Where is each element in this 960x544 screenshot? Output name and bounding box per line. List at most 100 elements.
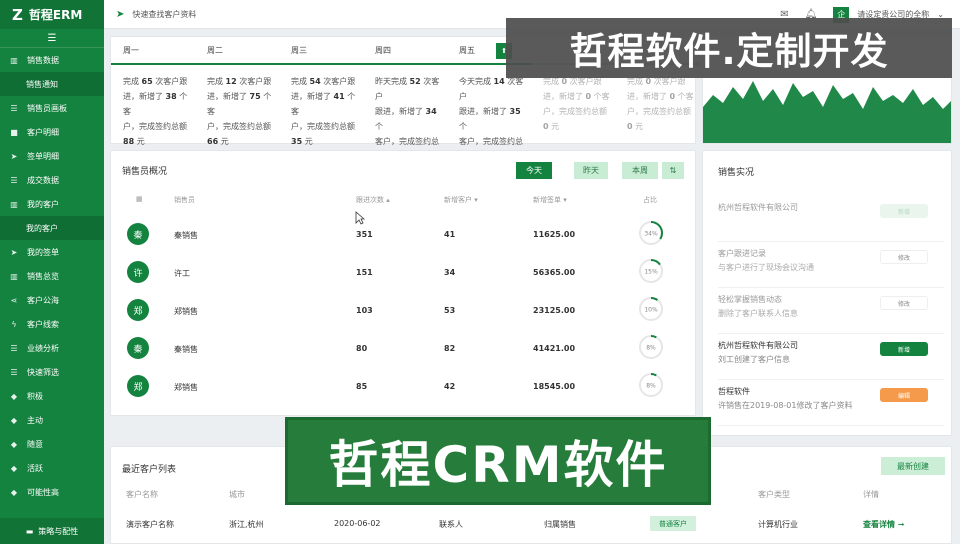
sidebar-item[interactable]: ⋖ 客户公海 <box>0 288 104 312</box>
avatar: 郑 <box>127 299 149 321</box>
sort-icon[interactable]: ⇅ <box>662 162 684 179</box>
sidebar-item-label: 快速筛选 <box>27 367 59 377</box>
cell-date: 2020-06-02 <box>334 519 381 528</box>
sidebar-item-label: 我的客户 <box>26 223 58 233</box>
sidebar-item[interactable]: ◆ 积极 <box>0 384 104 408</box>
sidebar-item[interactable]: ◆ 随意 <box>0 432 104 456</box>
feed-action-button[interactable]: 新增 <box>880 342 928 356</box>
sidebar-item[interactable]: ◆ 活跃 <box>0 456 104 480</box>
sidebar-item[interactable]: ☰ 业绩分析 <box>0 336 104 360</box>
range-week-button[interactable]: 本周 <box>622 162 658 179</box>
send-icon: ➤ <box>10 151 18 161</box>
col-followups[interactable]: 跟进次数 ▴ <box>356 195 390 205</box>
feed-item-title: 杭州哲程软件有限公司 <box>718 203 798 212</box>
range-yesterday-button[interactable]: 昨天 <box>574 162 608 179</box>
sidebar-item[interactable]: ▥ 我的客户 <box>0 192 104 216</box>
avatar: 许 <box>127 261 149 283</box>
sort-desc-icon: ▾ <box>563 196 567 204</box>
week-day-column: 周一 完成 65 次客户跟 进，新增了 38 个客 户，完成签约总额 88 元 <box>111 37 195 149</box>
quick-search-label: 快速查找客户资料 <box>132 9 197 19</box>
table-row[interactable]: 郑 郑销售 103 53 23125.00 10% <box>111 290 697 328</box>
sidebar-item[interactable]: ◆ 主动 <box>0 408 104 432</box>
share-icon: ⋖ <box>10 295 18 305</box>
cell-new-customers: 42 <box>444 382 456 391</box>
customer-status-badge: 普通客户 <box>650 516 696 531</box>
feed-item: 杭州哲程软件有限公司 刘工创建了客户信息 新增 <box>718 334 944 380</box>
col-salesperson: 销售员 <box>174 196 195 204</box>
week-day-label[interactable]: 周一 <box>111 37 195 65</box>
tag-icon: ◆ <box>10 415 18 425</box>
chart-bars-icon: ▥ <box>10 199 18 209</box>
table-select-icon[interactable]: ▦ <box>136 195 143 203</box>
list-icon: ☰ <box>10 367 18 377</box>
app-name: 哲程ERM <box>28 8 83 22</box>
sidebar-footer[interactable]: ▬ 策略与配性 <box>0 518 104 544</box>
sidebar-item-label: 积极 <box>27 391 43 401</box>
week-day-column: 周二 完成 12 次客户跟 进，新增了 75 个客 户，完成签约总额 66 元 <box>195 37 279 149</box>
col-new-signed[interactable]: 新增签单 ▾ <box>533 195 567 205</box>
range-today-button[interactable]: 今天 <box>516 162 552 179</box>
sidebar-footer-label: 策略与配性 <box>38 526 79 536</box>
sidebar-item[interactable]: ▥ 销售总览 <box>0 264 104 288</box>
tag-icon: ◆ <box>10 487 18 497</box>
chart-bars-icon: ▥ <box>10 55 18 65</box>
recent-customers-title: 最近客户列表 <box>122 465 177 475</box>
sidebar-item[interactable]: ϟ 客户线索 <box>0 312 104 336</box>
sidebar-item-label: 销售总览 <box>27 271 59 281</box>
list-icon: ☰ <box>10 103 18 113</box>
sidebar-item[interactable]: ➤ 签单明细 <box>0 144 104 168</box>
feed-action-button[interactable]: 修改 <box>880 250 928 264</box>
week-day-label[interactable]: 周三 <box>279 37 363 65</box>
sidebar-item[interactable]: ☰ 成交数据 <box>0 168 104 192</box>
table-row[interactable]: 许 许工 151 34 56365.00 15% <box>111 252 697 290</box>
sidebar-item[interactable]: 销售通知 <box>0 72 104 96</box>
sidebar-item[interactable]: ☰ 快速筛选 <box>0 360 104 384</box>
feed-action-button[interactable]: 新增 <box>880 204 928 218</box>
sidebar-item-label: 销售数据 <box>27 55 59 65</box>
sidebar-item[interactable]: ➤ 我的签单 <box>0 240 104 264</box>
week-day-label[interactable]: 周四 <box>363 37 447 65</box>
week-day-column: 周三 完成 54 次客户跟 进，新增了 41 个客 户，完成签约总额 35 元 <box>279 37 363 149</box>
cell-salesperson: 秦销售 <box>174 345 198 354</box>
sidebar-item[interactable]: ◆ 可能性高 <box>0 480 104 504</box>
watermark-banner-top: 哲程软件.定制开发 <box>506 18 952 78</box>
col-ratio: 占比 <box>643 196 657 204</box>
cell-salesperson: 许工 <box>174 269 190 278</box>
sidebar-item[interactable]: ☰ 销售员画板 <box>0 96 104 120</box>
collapse-icon[interactable]: ☰ <box>0 29 104 48</box>
cell-new-customers: 34 <box>444 268 456 277</box>
sidebar-item[interactable]: ■ 客户明细 <box>0 120 104 144</box>
cell-new-signed: 56365.00 <box>533 268 576 277</box>
bolt-icon: ϟ <box>11 319 17 329</box>
feed-action-button[interactable]: 编辑 <box>880 388 928 402</box>
quick-search[interactable]: ➤ 快速查找客户资料 <box>116 9 196 20</box>
table-row[interactable]: 秦 秦销售 351 41 11625.00 34% <box>111 214 697 252</box>
cell-new-signed: 18545.00 <box>533 382 576 391</box>
sidebar-item[interactable]: ▥ 销售数据 <box>0 48 104 72</box>
sidebar-item[interactable]: 我的客户 <box>0 216 104 240</box>
week-day-column: 周四昨天完成 52 次客户跟进，新增了 34 个客户，完成签约总额 16 元 <box>363 37 447 164</box>
watermark-banner-bottom: 哲程CRM软件 <box>285 417 711 505</box>
table-row[interactable]: 秦 秦销售 80 82 41421.00 8% <box>111 328 697 366</box>
ratio-label: 15% <box>644 269 658 276</box>
cell-followups: 351 <box>356 230 373 239</box>
app-logo[interactable]: Z 哲程ERM <box>0 0 104 29</box>
feed-item-detail: 删除了客户联系人信息 <box>718 309 798 318</box>
feed-item-detail: 许销售在2019-08-01修改了客户资料 <box>718 401 853 410</box>
list-icon: ☰ <box>10 343 18 353</box>
cell-new-customers: 53 <box>444 306 456 315</box>
table-row[interactable]: 郑 郑销售 85 42 18545.00 8% <box>111 366 697 404</box>
col-new-customers[interactable]: 新增客户 ▾ <box>444 195 478 205</box>
view-detail-link[interactable]: 查看详情 ➞ <box>863 519 905 530</box>
ratio-label: 8% <box>646 383 656 390</box>
logo-mark: Z <box>12 5 23 24</box>
latest-created-button[interactable]: 最新创建 <box>881 457 945 475</box>
sidebar-item-label: 我的签单 <box>27 247 59 257</box>
week-day-label[interactable]: 周二 <box>195 37 279 65</box>
feed-action-button[interactable]: 修改 <box>880 296 928 310</box>
ratio-label: 10% <box>644 307 658 314</box>
ratio-label: 8% <box>646 345 656 352</box>
cell-new-customers: 41 <box>444 230 456 239</box>
sales-overview-card: 销售员概况 今天 昨天 本周 ⇅ ▦ 销售员 跟进次数 ▴ 新增客户 ▾ 新增签… <box>110 150 696 416</box>
ratio-ring: 8% <box>639 335 663 359</box>
